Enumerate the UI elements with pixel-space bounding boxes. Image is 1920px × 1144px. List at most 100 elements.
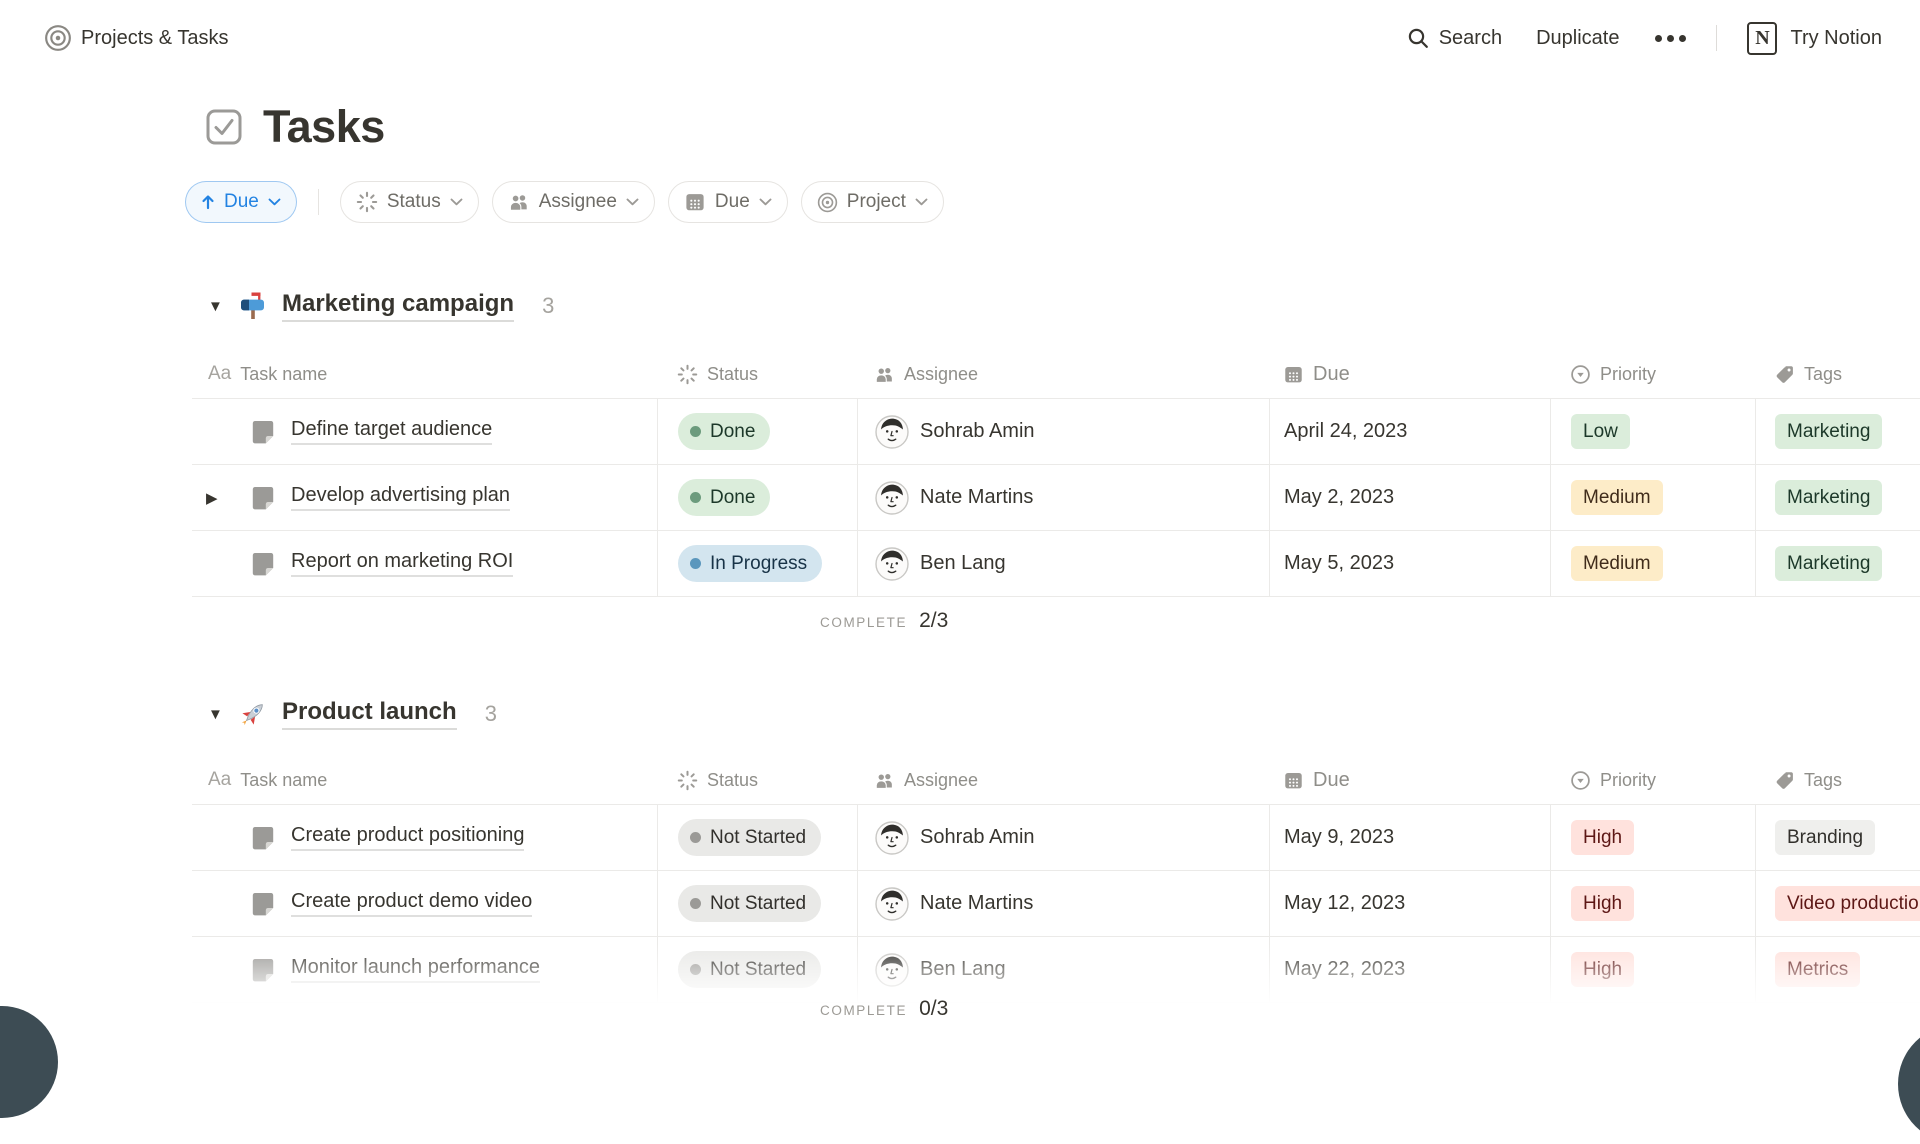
search-button[interactable]: Search [1406, 26, 1502, 50]
corner-widget-button[interactable] [1898, 1024, 1920, 1144]
column-header-task-name[interactable]: Aa Task name [192, 350, 657, 398]
table-row: Report on marketing ROI In Progress Ben … [192, 531, 1920, 597]
target-icon [817, 192, 838, 213]
task-name-cell[interactable]: Create product demo video [192, 871, 657, 936]
assignee-cell[interactable]: Ben Lang [857, 937, 1269, 1002]
column-header-tags[interactable]: Tags [1755, 756, 1920, 804]
status-cell[interactable]: Not Started [657, 937, 857, 1002]
task-name-link[interactable]: Monitor launch performance [291, 956, 540, 983]
assignee-cell[interactable]: Ben Lang [857, 531, 1269, 596]
priority-tag: High [1571, 886, 1634, 921]
topbar-divider [1716, 25, 1717, 51]
filter-pill-due[interactable]: Due [668, 181, 788, 223]
group-name-link[interactable]: Marketing campaign [282, 290, 514, 322]
task-name-cell[interactable]: Monitor launch performance [192, 937, 657, 1002]
rocket-emoji-icon [238, 699, 268, 729]
column-header-priority[interactable]: Priority [1550, 350, 1755, 398]
priority-cell[interactable]: Low [1550, 399, 1755, 464]
column-header-assignee[interactable]: Assignee [857, 756, 1269, 804]
checkbox-page-icon[interactable] [205, 108, 243, 146]
filter-pill-project[interactable]: Project [801, 181, 944, 223]
assignee-cell[interactable]: Sohrab Amin [857, 399, 1269, 464]
priority-cell[interactable]: High [1550, 937, 1755, 1002]
tag-pill: Video production [1775, 886, 1920, 921]
column-header-status[interactable]: Status [657, 350, 857, 398]
group-collapse-toggle[interactable]: ▼ [208, 298, 238, 315]
table-row: Monitor launch performance Not Started B… [192, 937, 1920, 1003]
avatar [875, 953, 909, 987]
column-header-assignee[interactable]: Assignee [857, 350, 1269, 398]
try-notion-label: Try Notion [1790, 27, 1882, 50]
filter-pill-assignee[interactable]: Assignee [492, 181, 655, 223]
status-cell[interactable]: Done [657, 465, 857, 530]
assignee-cell[interactable]: Nate Martins [857, 465, 1269, 530]
status-cell[interactable]: Not Started [657, 805, 857, 870]
duplicate-button[interactable]: Duplicate [1536, 27, 1619, 50]
status-dot [690, 964, 701, 975]
page-icon [250, 891, 276, 917]
group-collapse-toggle[interactable]: ▼ [208, 706, 238, 723]
tags-cell[interactable]: Metrics [1755, 937, 1920, 1002]
more-options-icon[interactable] [1655, 35, 1686, 42]
task-name-cell[interactable]: Report on marketing ROI [192, 531, 657, 596]
task-name-link[interactable]: Create product demo video [291, 890, 532, 917]
tasks-table-product-launch: Aa Task name Status Assignee Due Priorit… [192, 756, 1920, 1003]
task-name-link[interactable]: Develop advertising plan [291, 484, 510, 511]
calendar-icon [684, 191, 706, 213]
priority-cell[interactable]: High [1550, 805, 1755, 870]
filter-bar: Due Status Assignee Due Project [185, 181, 944, 223]
status-cell[interactable]: Not Started [657, 871, 857, 936]
task-name-cell[interactable]: ▶ Develop advertising plan [192, 465, 657, 530]
calendar-icon [1283, 770, 1304, 791]
due-cell[interactable]: May 12, 2023 [1269, 871, 1550, 936]
priority-tag: High [1571, 820, 1634, 855]
assignee-cell[interactable]: Sohrab Amin [857, 805, 1269, 870]
table-header-row: Aa Task name Status Assignee Due Priorit… [192, 756, 1920, 804]
tags-cell[interactable]: Video production [1755, 871, 1920, 936]
status-cell[interactable]: Done [657, 399, 857, 464]
tags-cell[interactable]: Branding [1755, 805, 1920, 870]
column-header-tags[interactable]: Tags [1755, 350, 1920, 398]
avatar [875, 547, 909, 581]
row-expand-toggle[interactable]: ▶ [206, 489, 218, 507]
page-icon [250, 825, 276, 851]
column-header-due[interactable]: Due [1269, 350, 1550, 398]
group-complete-summary: COMPLETE 2/3 [192, 597, 1920, 645]
priority-tag: Low [1571, 414, 1630, 449]
page-title[interactable]: Tasks [263, 101, 385, 153]
due-cell[interactable]: May 2, 2023 [1269, 465, 1550, 530]
priority-cell[interactable]: Medium [1550, 531, 1755, 596]
group-header-product-launch: ▼ Product launch 3 [208, 698, 497, 730]
priority-cell[interactable]: High [1550, 871, 1755, 936]
group-count: 3 [485, 701, 497, 727]
tags-cell[interactable]: Marketing [1755, 465, 1920, 530]
task-name-link[interactable]: Create product positioning [291, 824, 524, 851]
due-cell[interactable]: April 24, 2023 [1269, 399, 1550, 464]
task-name-link[interactable]: Report on marketing ROI [291, 550, 513, 577]
corner-widget-button[interactable] [0, 1006, 58, 1118]
filter-pill-status[interactable]: Status [340, 181, 479, 223]
chevron-down-icon [450, 198, 463, 206]
sort-pill-due[interactable]: Due [185, 181, 297, 223]
column-header-due[interactable]: Due [1269, 756, 1550, 804]
workspace-title: Projects & Tasks [81, 27, 228, 50]
column-header-status[interactable]: Status [657, 756, 857, 804]
group-name-link[interactable]: Product launch [282, 698, 457, 730]
breadcrumb[interactable]: Projects & Tasks [44, 24, 228, 52]
column-header-priority[interactable]: Priority [1550, 756, 1755, 804]
column-header-task-name[interactable]: Aa Task name [192, 756, 657, 804]
due-cell[interactable]: May 22, 2023 [1269, 937, 1550, 1002]
try-notion-button[interactable]: N Try Notion [1747, 22, 1882, 55]
assignee-cell[interactable]: Nate Martins [857, 871, 1269, 936]
tag-icon [1774, 364, 1795, 385]
due-cell[interactable]: May 9, 2023 [1269, 805, 1550, 870]
due-cell[interactable]: May 5, 2023 [1269, 531, 1550, 596]
tags-cell[interactable]: Marketing [1755, 399, 1920, 464]
task-name-link[interactable]: Define target audience [291, 418, 492, 445]
priority-cell[interactable]: Medium [1550, 465, 1755, 530]
status-dot [690, 558, 701, 569]
task-name-cell[interactable]: Create product positioning [192, 805, 657, 870]
task-name-cell[interactable]: Define target audience [192, 399, 657, 464]
tags-cell[interactable]: Marketing [1755, 531, 1920, 596]
status-cell[interactable]: In Progress [657, 531, 857, 596]
